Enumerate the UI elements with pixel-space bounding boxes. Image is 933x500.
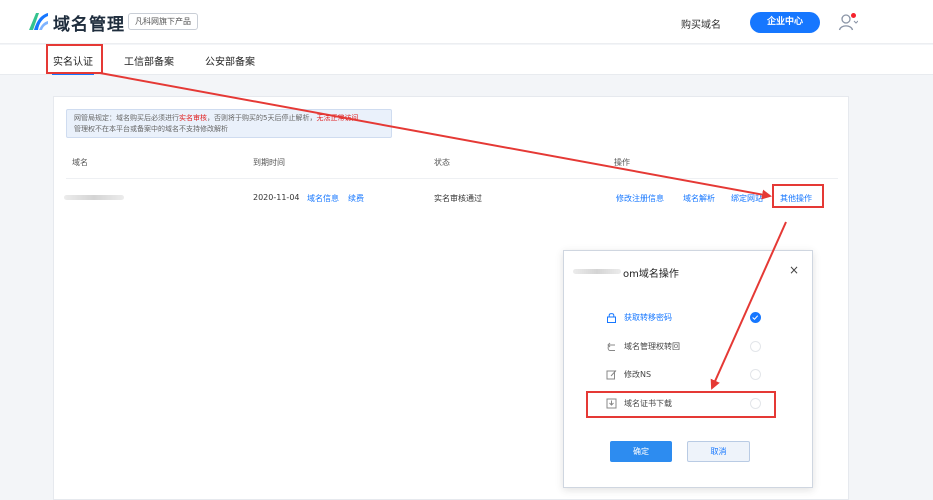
buy-domain-link[interactable]: 购买域名 [681, 16, 721, 31]
status-text: 实名审核通过 [434, 194, 482, 203]
dns-resolve-link[interactable]: 域名解析 [683, 193, 715, 204]
column-header-expiry: 到期时间 [253, 158, 285, 167]
domain-info-link[interactable]: 域名信息 [307, 193, 339, 204]
lock-icon [607, 313, 616, 323]
edit-registration-link[interactable]: 修改注册信息 [616, 193, 664, 204]
bind-website-link[interactable]: 绑定网站 [731, 193, 763, 204]
tab-police-filing[interactable]: 公安部备案 [205, 53, 255, 68]
option-radio-checked[interactable] [750, 312, 761, 323]
domain-operations-dialog: om域名操作 × 获取转移密码 域名管理权转回 修改NS 域名证书下载 确定 取… [563, 250, 813, 488]
option-label: 修改NS [624, 370, 652, 379]
top-header: 域名管理 凡科网旗下产品 购买域名 企业中心 [0, 0, 933, 44]
option-label: 域名管理权转回 [624, 342, 680, 351]
tab-bar: 实名认证 工信部备案 公安部备案 [0, 45, 933, 75]
blurred-dialog-domain [573, 269, 621, 274]
option-modify-ns[interactable]: 修改NS [606, 368, 766, 382]
confirm-button[interactable]: 确定 [610, 441, 672, 462]
notice-text: 网管局规定：域名购买后必须进行 [74, 114, 179, 122]
notice-highlight: 实名审核 [179, 114, 207, 122]
annotation-box-other-actions [772, 184, 824, 208]
notice-banner: 网管局规定：域名购买后必须进行实名审核，否则将于购买的5天后停止解析，无法正常访… [66, 109, 392, 138]
header-divider [66, 178, 838, 179]
dialog-title: om域名操作 [623, 269, 679, 280]
option-label: 获取转移密码 [624, 313, 672, 322]
option-radio[interactable] [750, 369, 761, 380]
return-icon [607, 342, 615, 351]
notification-dot [851, 13, 856, 18]
option-return-management[interactable]: 域名管理权转回 [606, 340, 766, 354]
option-radio[interactable] [750, 341, 761, 352]
notice-highlight: 无法正常访问 [316, 114, 359, 122]
cancel-button[interactable]: 取消 [687, 441, 750, 462]
expiry-date: 2020-11-04 [253, 193, 300, 202]
option-get-transfer-code[interactable]: 获取转移密码 [606, 311, 766, 325]
column-header-domain: 域名 [72, 158, 88, 167]
column-header-status: 状态 [434, 158, 450, 167]
notice-line-1: 网管局规定：域名购买后必须进行实名审核，否则将于购买的5天后停止解析，无法正常访… [74, 113, 384, 124]
notice-text: ，否则将于购买的5天后停止解析， [207, 114, 317, 122]
enterprise-center-button[interactable]: 企业中心 [750, 12, 820, 33]
brand-title: 域名管理 [53, 15, 125, 35]
annotation-box-tab [46, 44, 103, 74]
logo-icon [29, 13, 48, 30]
check-icon [752, 315, 759, 320]
annotation-box-certificate [586, 391, 776, 418]
renew-link[interactable]: 续费 [348, 193, 364, 204]
column-header-actions: 操作 [614, 158, 630, 167]
blurred-domain-name [64, 195, 124, 200]
notice-line-2: 管理权不在本平台或备案中的域名不支持修改解析 [74, 125, 228, 133]
tab-miit-filing[interactable]: 工信部备案 [124, 53, 174, 68]
close-icon[interactable]: × [789, 263, 799, 277]
product-badge: 凡科网旗下产品 [128, 13, 198, 30]
edit-icon [606, 370, 617, 380]
